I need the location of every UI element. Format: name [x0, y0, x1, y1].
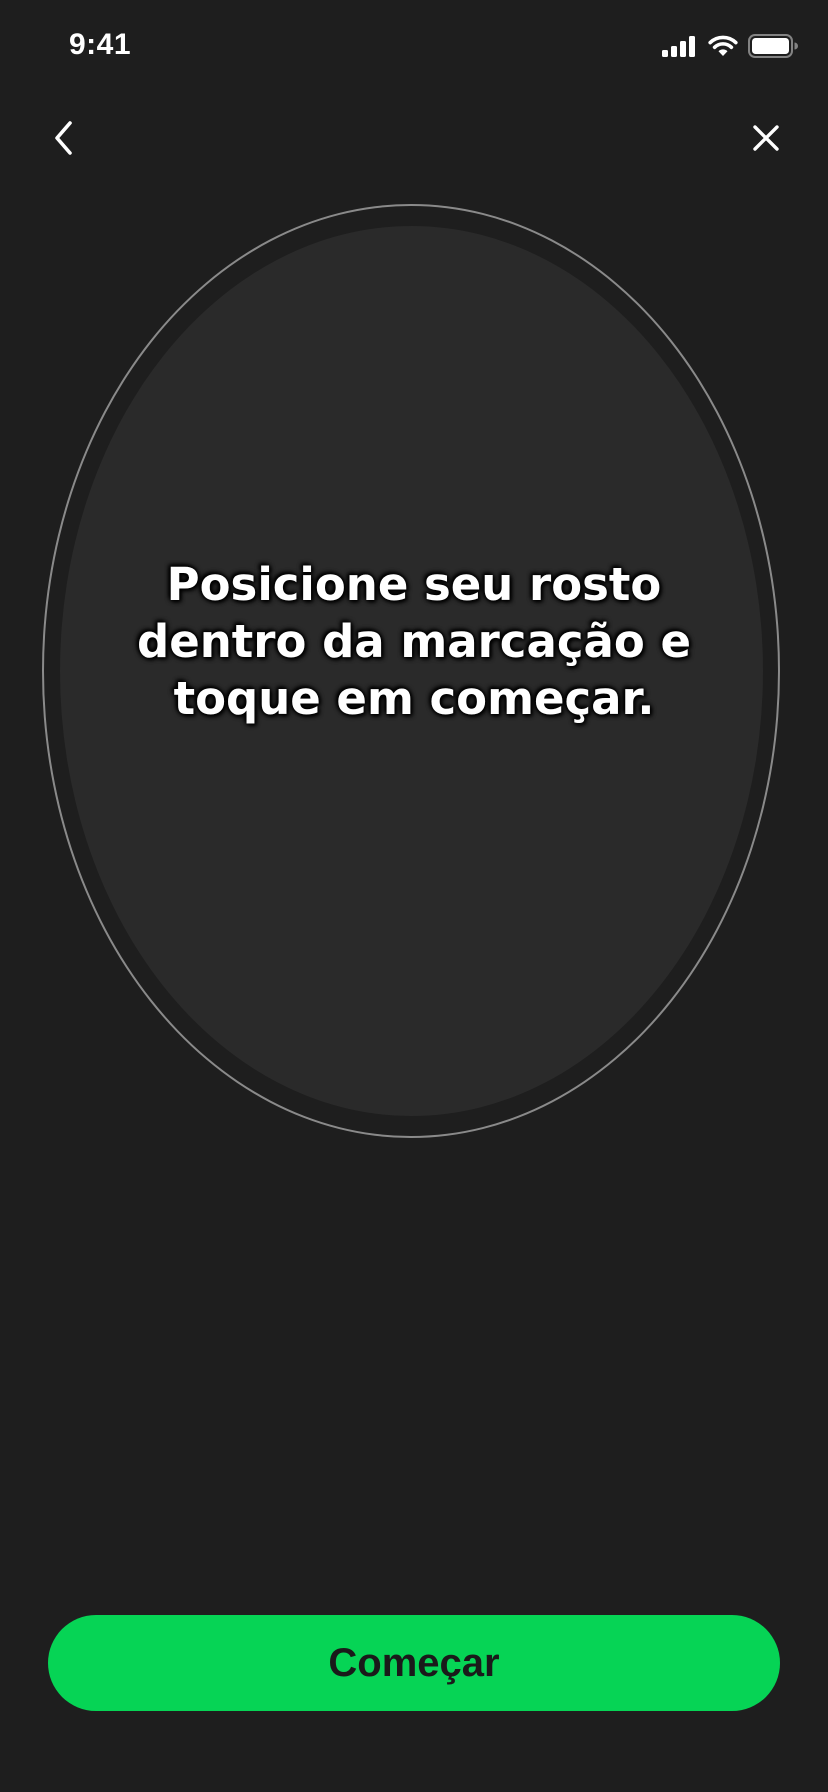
status-icons [662, 34, 798, 58]
start-button[interactable]: Começar [48, 1615, 780, 1711]
instruction-text: Posicione seu rosto dentro da marcação e… [137, 558, 691, 725]
close-button[interactable] [740, 113, 792, 167]
battery-icon [748, 34, 798, 58]
close-icon [752, 124, 780, 157]
status-time: 9:41 [69, 28, 132, 61]
chevron-left-icon [52, 120, 76, 161]
wifi-icon [708, 35, 738, 57]
back-button[interactable] [40, 113, 88, 167]
cellular-signal-icon [662, 35, 698, 57]
status-bar: 9:41 [0, 0, 828, 94]
